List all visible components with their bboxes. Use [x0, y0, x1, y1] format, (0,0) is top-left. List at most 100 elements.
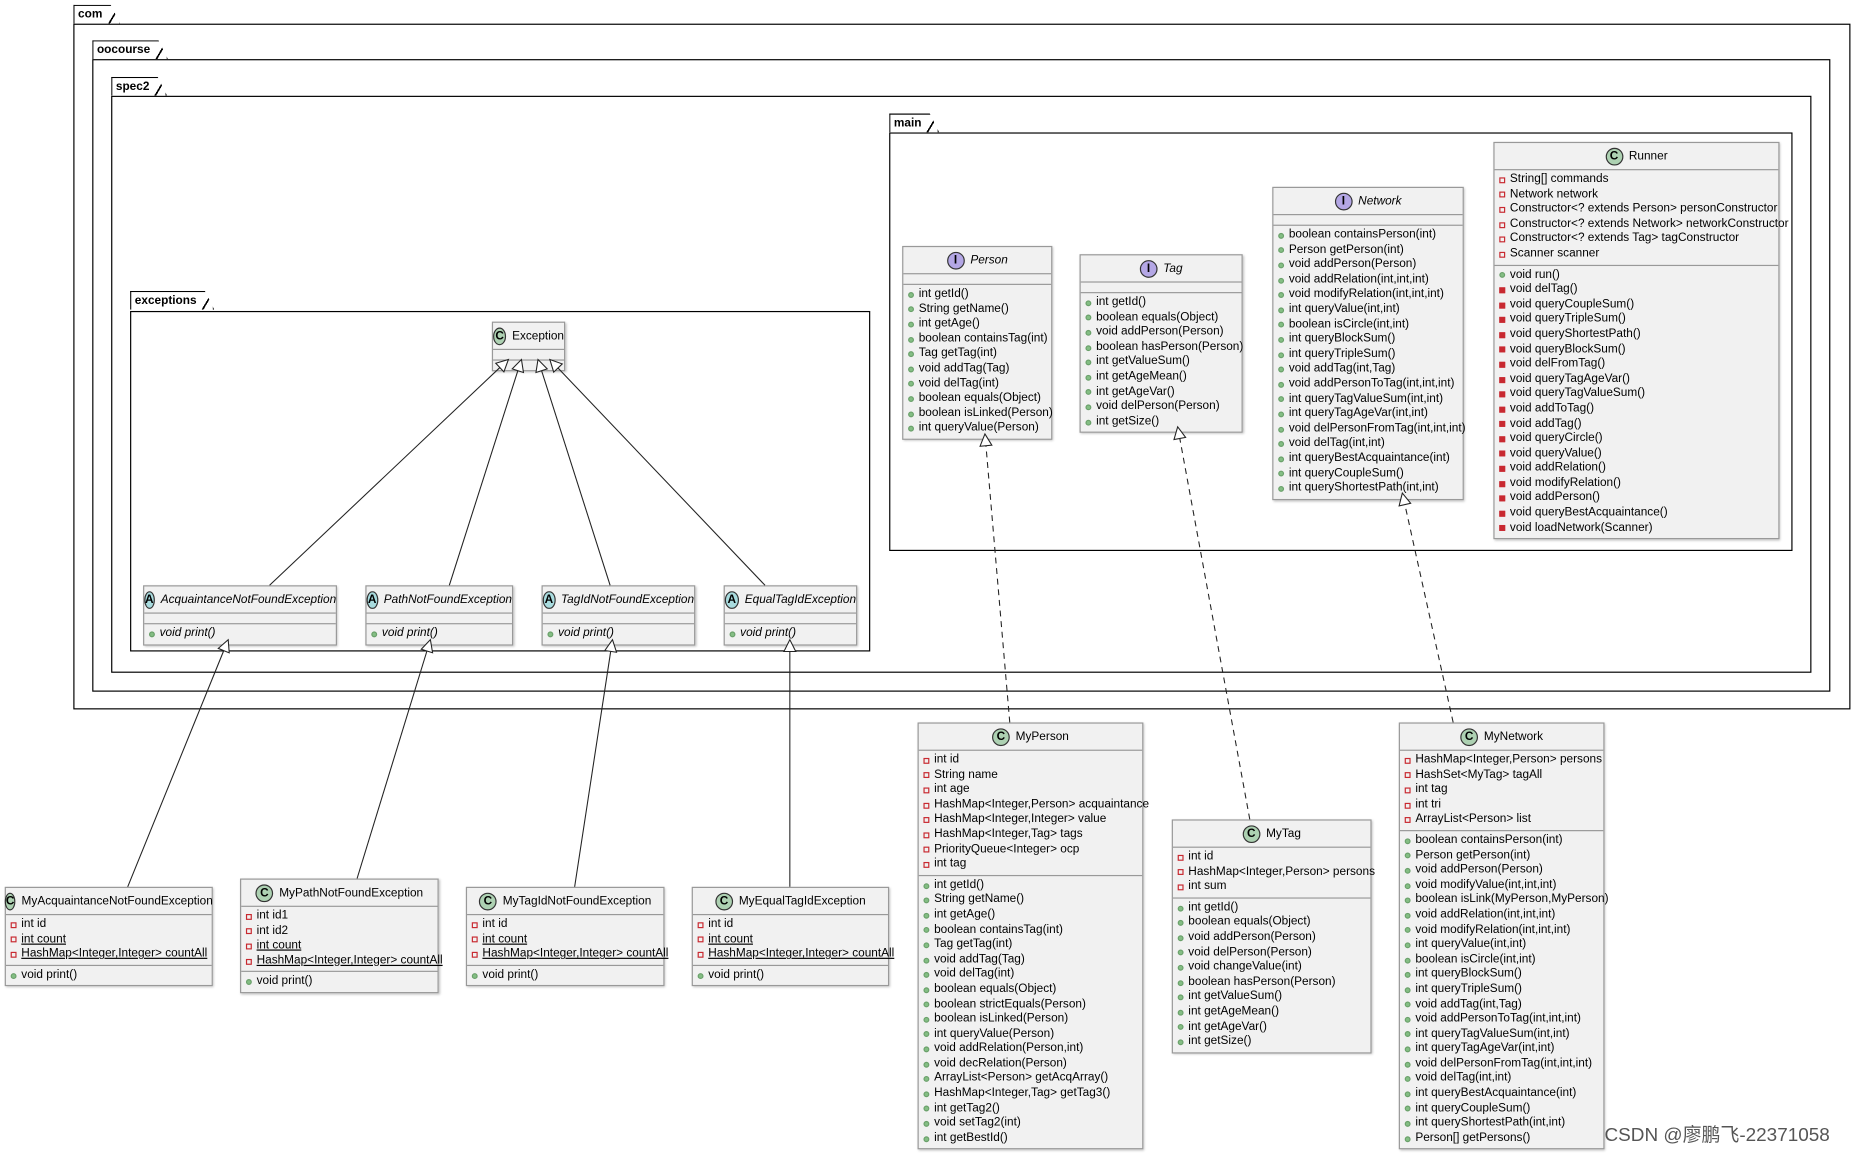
methods-compartment: void print() [241, 972, 437, 992]
method-row: void queryTagAgeVar() [1495, 372, 1779, 387]
field-text: int age [934, 782, 970, 796]
public-visibility-icon [1278, 381, 1285, 388]
field-text: int id [934, 753, 960, 767]
method-text: int getId() [934, 878, 985, 892]
field-row: int tag [919, 857, 1142, 872]
field-row: HashMap<Integer,Person> acquaintance [919, 798, 1149, 813]
public-visibility-icon [1085, 329, 1092, 336]
method-row: int queryShortestPath(int,int) [1273, 481, 1462, 496]
class-tag-id-not-found-exception[interactable]: A TagIdNotFoundException void print() [541, 585, 696, 646]
method-text: int queryValue(int,int) [1415, 937, 1527, 951]
class-exception[interactable]: C Exception [491, 321, 566, 372]
method-row: int getId() [919, 878, 1142, 893]
method-text: void addRelation(Person,int) [934, 1042, 1084, 1056]
public-visibility-icon [923, 1046, 930, 1053]
class-header: A PathNotFoundException [366, 586, 512, 614]
class-path-not-found-exception[interactable]: A PathNotFoundException void print() [365, 585, 514, 646]
public-visibility-icon [923, 1120, 930, 1127]
method-text: int queryBestAcquaintance(int) [1288, 451, 1450, 465]
fields-compartment: int id HashMap<Integer,Person> persons int… [1172, 848, 1375, 899]
class-equal-tag-id-exception[interactable]: A EqualTagIdException void print() [723, 585, 858, 646]
public-visibility-icon [908, 321, 914, 328]
method-text: int getAgeVar() [1096, 384, 1175, 398]
class-name: MyNetwork [1483, 730, 1544, 744]
method-text: int queryCoupleSum() [1415, 1101, 1531, 1115]
method-row: int getSize() [1081, 415, 1242, 430]
public-visibility-icon [1085, 359, 1092, 366]
private-visibility-icon [1499, 465, 1506, 472]
public-visibility-icon [1404, 1076, 1411, 1083]
class-network[interactable]: I Network boolean containsPerson(int) Perso… [1272, 186, 1466, 500]
method-row: void addPerson(Person) [1273, 258, 1462, 273]
class-my-network[interactable]: C MyNetwork HashMap<Integer,Person> person… [1398, 722, 1609, 1150]
public-visibility-icon [908, 410, 914, 417]
fields-compartment [542, 614, 695, 625]
field-text: int count [708, 932, 753, 946]
field-row: int id1 [241, 909, 437, 924]
field-row: Constructor<? extends Network> networkCo… [1495, 217, 1789, 232]
fields-compartment: int id int count HashMap<Integer,Integer> … [5, 915, 212, 966]
method-text: int queryTagValueSum(int,int) [1288, 392, 1444, 406]
class-name: AcquaintanceNotFoundException [160, 592, 337, 606]
field-text: HashMap<Integer,Integer> countAll [708, 947, 895, 961]
class-header: C MyNetwork [1399, 724, 1604, 751]
public-visibility-icon [908, 381, 914, 388]
method-text: boolean containsPerson(int) [1288, 228, 1437, 242]
method-text: boolean hasPerson(Person) [1096, 340, 1244, 354]
fields-compartment: int id1 int id2 int count HashMap<Integer,I… [241, 907, 443, 973]
class-my-path-not-found-exception[interactable]: C MyPathNotFoundException int id1 int id2 in… [240, 878, 443, 994]
field-row: HashSet<MyTag> tagAll [1400, 768, 1603, 783]
class-my-equal-tag-id-exception[interactable]: C MyEqualTagIdException int id int count Has… [691, 886, 894, 987]
method-row: void delPersonFromTag(int,int,int) [1400, 1057, 1603, 1072]
method-text: void queryBlockSum() [1509, 342, 1626, 356]
method-text: int getValueSum() [1188, 990, 1283, 1004]
method-text: boolean equals(Object) [1188, 915, 1311, 929]
method-text: Tag getTag(int) [918, 346, 997, 360]
method-row: int getValueSum() [1081, 355, 1242, 370]
class-my-person[interactable]: C MyPerson int id String name int age HashMap… [917, 722, 1149, 1150]
method-text: int getId() [1096, 295, 1147, 309]
public-visibility-icon [1085, 389, 1092, 396]
method-text: boolean containsTag(int) [934, 922, 1063, 936]
private-visibility-icon [471, 922, 478, 928]
public-visibility-icon [908, 306, 914, 313]
private-visibility-icon [10, 936, 17, 943]
class-tag[interactable]: I Tag int getId() boolean equals(Object) voi… [1079, 254, 1244, 434]
class-acquaintance-not-found-exception[interactable]: A AcquaintanceNotFoundException void print… [143, 585, 337, 646]
class-name: MyPathNotFoundException [279, 886, 424, 900]
method-text: boolean isCircle(int,int) [1415, 952, 1536, 966]
methods-compartment [493, 361, 564, 370]
method-text: void queryTagAgeVar() [1509, 372, 1630, 386]
private-visibility-icon [1499, 525, 1506, 532]
method-row: int queryTagAgeVar(int,int) [1400, 1042, 1603, 1057]
method-row: int queryTripleSum() [1273, 347, 1462, 362]
class-name: Runner [1628, 149, 1668, 163]
method-text: int queryValue(Person) [934, 1027, 1055, 1041]
field-row: int count [467, 932, 663, 947]
method-text: void run() [1509, 267, 1560, 281]
public-visibility-icon [1278, 262, 1285, 269]
private-visibility-icon [1499, 287, 1506, 294]
interface-icon: I [1334, 192, 1353, 210]
method-row: void addTag(int,Tag) [1273, 362, 1462, 377]
class-my-tag[interactable]: C MyTag int id HashMap<Integer,Person> pers… [1171, 819, 1375, 1054]
public-visibility-icon [1278, 411, 1285, 418]
class-my-acquaintance-not-found-exception[interactable]: C MyAcquaintanceNotFoundException int id in… [4, 886, 213, 987]
methods-compartment: void run() void delTag() void queryCoupleS… [1495, 266, 1779, 539]
class-person[interactable]: I Person int getId() String getName() int ge… [902, 245, 1053, 440]
public-visibility-icon [923, 1001, 930, 1008]
watermark: CSDN @廖鹏飞-22371058 [1604, 1125, 1830, 1146]
class-my-tag-id-not-found-exception[interactable]: C MyTagIdNotFoundException int id int count… [465, 886, 668, 987]
public-visibility-icon [10, 972, 17, 979]
method-text: String getName() [934, 893, 1025, 907]
method-text: void delPerson(Person) [1096, 399, 1220, 413]
method-text: int queryValue(int,int) [1288, 302, 1400, 316]
method-text: int queryBlockSum() [1415, 967, 1522, 981]
method-text: int getId() [918, 287, 969, 301]
method-text: void addPerson(Person) [1415, 863, 1543, 877]
private-visibility-icon [1404, 757, 1411, 764]
class-runner[interactable]: C Runner String[] commands Network network C… [1493, 141, 1789, 540]
methods-compartment: boolean containsPerson(int) Person getPer… [1273, 226, 1466, 499]
field-text: int id [708, 917, 734, 931]
method-text: void decRelation(Person) [934, 1056, 1067, 1070]
